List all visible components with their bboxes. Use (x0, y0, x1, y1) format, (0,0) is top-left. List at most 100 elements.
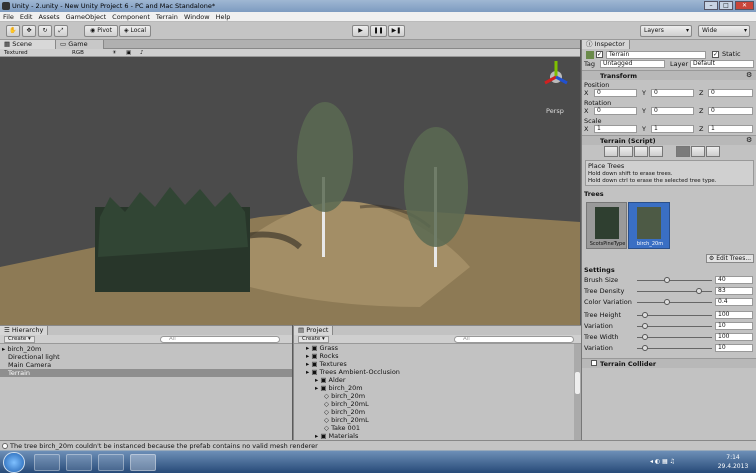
render-mode-dropdown[interactable]: Textured (4, 49, 64, 57)
project-item[interactable]: ▸ ▣ Rocks (294, 352, 574, 360)
project-item[interactable]: ◇ birch_20m (294, 392, 574, 400)
setting-slider[interactable] (637, 334, 712, 340)
terrain-collider-header[interactable]: Terrain Collider (582, 358, 756, 368)
slider-knob[interactable] (664, 277, 670, 283)
project-item[interactable]: ▸ ▣ birch_20m (294, 384, 574, 392)
static-checkbox[interactable]: ✓ (712, 51, 719, 58)
menu-assets[interactable]: Assets (35, 13, 62, 21)
pivot-toggle[interactable]: ◉ Pivot (84, 25, 118, 37)
position-y-field[interactable]: 0 (651, 89, 694, 97)
project-item[interactable]: ◇ Take 001 (294, 424, 574, 432)
scene-viewport[interactable]: Persp (0, 57, 580, 325)
setting-value-field[interactable]: 100 (715, 311, 753, 319)
status-bar[interactable]: The tree birch_20m couldn't be instanced… (0, 440, 756, 450)
unity-taskbar-icon[interactable] (130, 454, 156, 471)
minimize-button[interactable]: – (704, 1, 718, 10)
gear-icon[interactable]: ⚙ (746, 71, 752, 79)
scale-y-field[interactable]: 1 (651, 125, 694, 133)
folder-icon[interactable] (66, 454, 92, 471)
rotation-x-field[interactable]: 0 (594, 107, 637, 115)
project-item[interactable]: ◇ birch_20m (294, 408, 574, 416)
slider-knob[interactable] (641, 312, 648, 318)
move-tool-icon[interactable]: ✥ (22, 25, 36, 37)
paint-height-tool-icon[interactable] (619, 146, 633, 157)
scale-z-field[interactable]: 1 (708, 125, 753, 133)
rotation-z-field[interactable]: 0 (708, 107, 753, 115)
layers-dropdown[interactable]: Layers ▾ (640, 25, 692, 37)
tab-inspector[interactable]: ⓘ Inspector (582, 40, 630, 49)
edit-trees-button[interactable]: ⚙ Edit Trees... (706, 254, 754, 263)
terrain-script-header[interactable]: Terrain (Script) (582, 135, 756, 145)
position-z-field[interactable]: 0 (708, 89, 753, 97)
slider-knob[interactable] (641, 345, 648, 351)
maximize-button[interactable]: □ (719, 1, 733, 10)
menu-help[interactable]: Help (213, 13, 234, 21)
menu-component[interactable]: Component (109, 13, 153, 21)
hierarchy-item[interactable]: ▸ birch_20m (0, 345, 292, 353)
tab-game[interactable]: ▭ Game (56, 40, 104, 49)
step-button[interactable]: ▶❚ (388, 25, 405, 37)
start-button[interactable] (3, 452, 25, 473)
audio-icon[interactable]: ♪ (140, 49, 144, 57)
setting-value-field[interactable]: 0.4 (715, 298, 753, 306)
setting-value-field[interactable]: 40 (715, 276, 753, 284)
setting-value-field[interactable]: 10 (715, 322, 753, 330)
rotation-y-field[interactable]: 0 (651, 107, 694, 115)
setting-value-field[interactable]: 100 (715, 333, 753, 341)
menu-gameobject[interactable]: GameObject (63, 13, 110, 21)
hand-tool-icon[interactable]: ✋ (6, 25, 20, 37)
create-button[interactable]: Create ▾ (4, 336, 35, 343)
menu-window[interactable]: Window (181, 13, 213, 21)
smooth-height-tool-icon[interactable] (634, 146, 648, 157)
terrain-collider-checkbox[interactable] (591, 360, 597, 366)
tab-hierarchy[interactable]: ☰ Hierarchy (0, 326, 49, 335)
slider-knob[interactable] (641, 323, 648, 329)
layout-dropdown[interactable]: Wide ▾ (698, 25, 750, 37)
project-item[interactable]: ▸ ▣ Trees Ambient-Occlusion (294, 368, 574, 376)
image-icon[interactable]: ▣ (126, 49, 131, 57)
project-item[interactable]: ◇ birch_20mL (294, 416, 574, 424)
hierarchy-item-selected[interactable]: Terrain (0, 369, 292, 377)
create-button[interactable]: Create ▾ (298, 336, 329, 343)
scale-tool-icon[interactable]: ⤢ (54, 25, 68, 37)
color-mode-dropdown[interactable]: RGB (72, 49, 112, 57)
paint-texture-tool-icon[interactable] (649, 146, 663, 157)
menu-edit[interactable]: Edit (17, 13, 36, 21)
menu-terrain[interactable]: Terrain (153, 13, 181, 21)
search-input[interactable]: All (454, 336, 574, 343)
raise-terrain-tool-icon[interactable] (604, 146, 618, 157)
project-item[interactable]: ◇ birch_20mL (294, 400, 574, 408)
setting-slider[interactable] (637, 277, 712, 283)
object-name-field[interactable]: Terrain (606, 51, 706, 59)
project-item[interactable]: ▸ ▣ Textures (294, 360, 574, 368)
scrollbar[interactable] (574, 344, 581, 441)
pause-button[interactable]: ❚❚ (370, 25, 387, 37)
search-input[interactable]: All (160, 336, 280, 343)
place-trees-tool-icon[interactable] (676, 146, 690, 157)
setting-value-field[interactable]: 10 (715, 344, 753, 352)
project-item[interactable]: ▸ ▣ Alder (294, 376, 574, 384)
hierarchy-item[interactable]: Directional light (0, 353, 292, 361)
lighting-icon[interactable]: ☀ (112, 49, 117, 57)
media-player-icon[interactable] (34, 454, 60, 471)
tray-icons[interactable]: ◂ ◐ ▦ ♫ (650, 458, 710, 466)
close-button[interactable]: ✕ (735, 1, 754, 10)
rotate-tool-icon[interactable]: ↻ (38, 25, 52, 37)
tree-prototype[interactable]: ScotsPineType (586, 202, 627, 249)
slider-knob[interactable] (641, 334, 648, 340)
transform-header[interactable]: Transform (582, 70, 756, 80)
tab-project[interactable]: ▤ Project (294, 326, 334, 335)
slider-knob[interactable] (664, 299, 670, 305)
scrollbar-thumb[interactable] (575, 372, 580, 394)
play-button[interactable]: ▶ (352, 25, 369, 37)
setting-slider[interactable] (637, 312, 712, 318)
tab-scene[interactable]: ▦ Scene (0, 40, 56, 49)
tag-dropdown[interactable]: Untagged (600, 60, 665, 68)
clock[interactable]: 7:14 29.4.2013 (712, 453, 754, 471)
menu-file[interactable]: File (0, 13, 17, 21)
project-item[interactable]: ▸ ▣ Grass (294, 344, 574, 352)
hierarchy-item[interactable]: Main Camera (0, 361, 292, 369)
gear-icon[interactable]: ⚙ (746, 136, 752, 144)
position-x-field[interactable]: 0 (594, 89, 637, 97)
setting-slider[interactable] (637, 299, 712, 305)
